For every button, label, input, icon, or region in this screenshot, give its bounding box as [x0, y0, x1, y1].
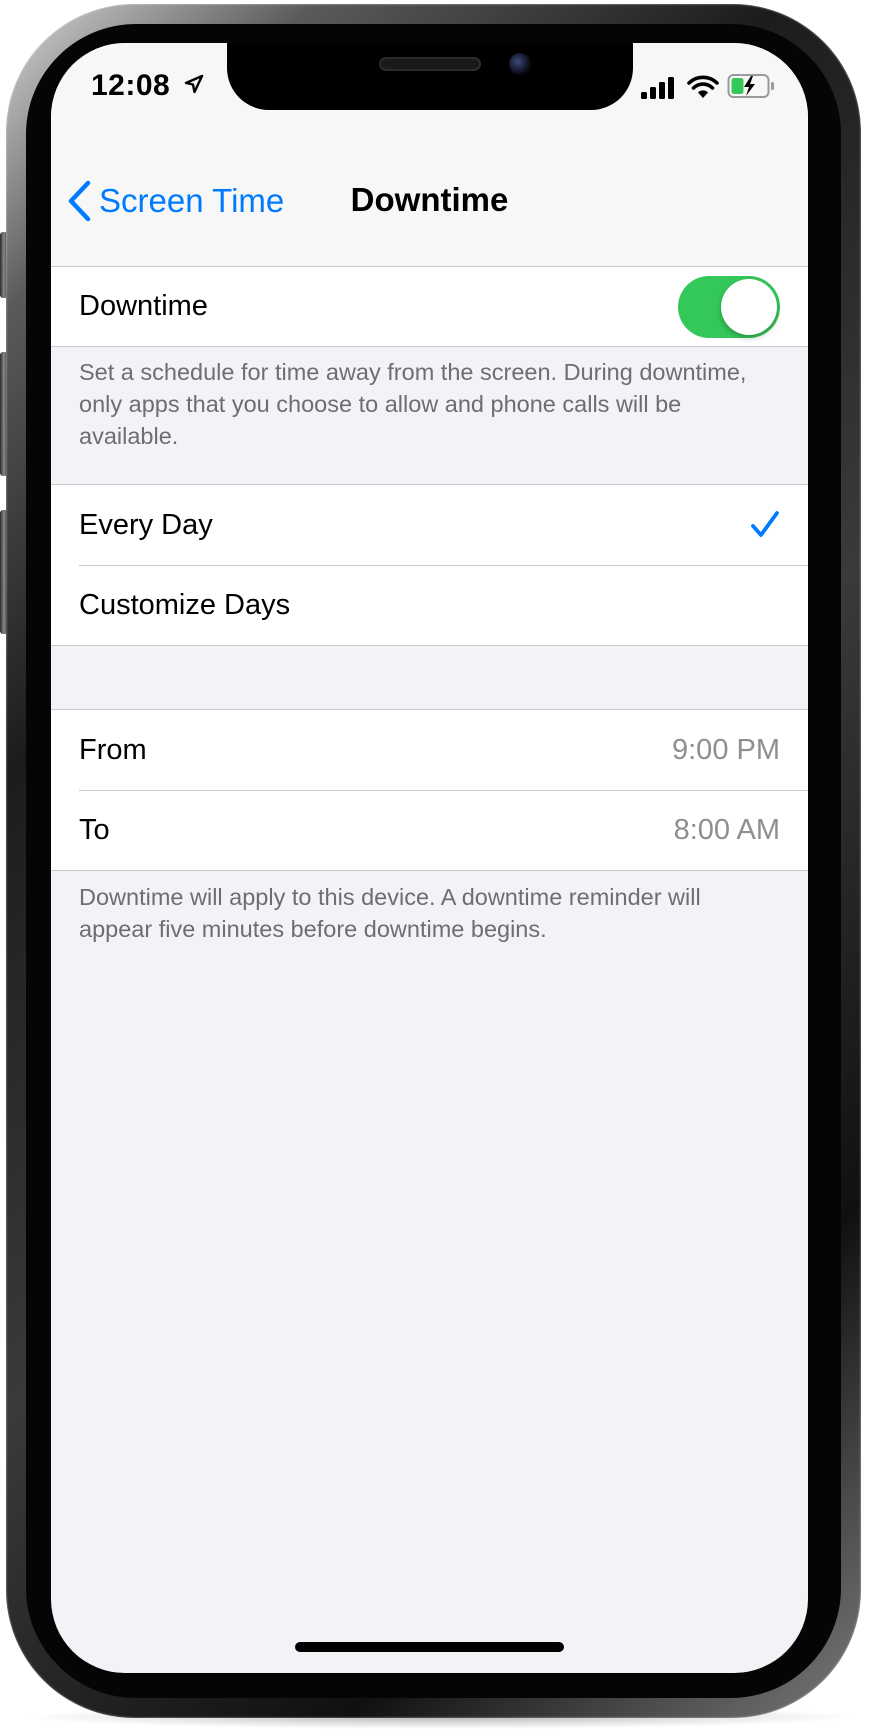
- home-indicator[interactable]: [295, 1642, 564, 1652]
- from-time-value: 9:00 PM: [672, 733, 780, 766]
- toggle-knob: [721, 278, 777, 335]
- battery-charging-icon: [727, 74, 774, 98]
- to-label: To: [79, 813, 110, 846]
- navigation-bar: Screen Time Downtime: [51, 133, 808, 267]
- from-label: From: [79, 733, 147, 766]
- downtime-footer-note: Downtime will apply to this device. A do…: [79, 884, 701, 942]
- notch: [227, 43, 633, 110]
- downtime-description: Set a schedule for time away from the sc…: [79, 359, 747, 449]
- screen: 12:08 Screen Time Downtime Downtime Set …: [51, 43, 808, 1673]
- customize-days-label: Customize Days: [79, 588, 291, 621]
- customize-days-option[interactable]: Customize Days: [51, 565, 808, 645]
- every-day-option[interactable]: Every Day: [51, 485, 808, 565]
- checkmark-icon: [751, 511, 779, 537]
- to-time-value: 8:00 AM: [673, 813, 780, 846]
- every-day-label: Every Day: [79, 508, 213, 541]
- schedule-group: Every Day Customize Days: [51, 484, 808, 646]
- downtime-toggle-switch[interactable]: [678, 275, 780, 338]
- front-camera: [509, 53, 531, 75]
- downtime-toggle-label: Downtime: [79, 290, 208, 322]
- wifi-icon: [687, 75, 719, 98]
- page-title: Downtime: [350, 181, 509, 218]
- cellular-signal-icon: [641, 77, 674, 99]
- time-range-group: From 9:00 PM To 8:00 AM: [51, 709, 808, 871]
- status-time: 12:08: [91, 69, 171, 102]
- to-time-row[interactable]: To 8:00 AM: [51, 790, 808, 870]
- location-arrow-icon: [184, 74, 204, 94]
- earpiece-speaker: [379, 57, 481, 71]
- from-time-row[interactable]: From 9:00 PM: [51, 710, 808, 790]
- downtime-toggle-row: Downtime: [51, 267, 808, 346]
- downtime-toggle-group: Downtime: [51, 266, 808, 347]
